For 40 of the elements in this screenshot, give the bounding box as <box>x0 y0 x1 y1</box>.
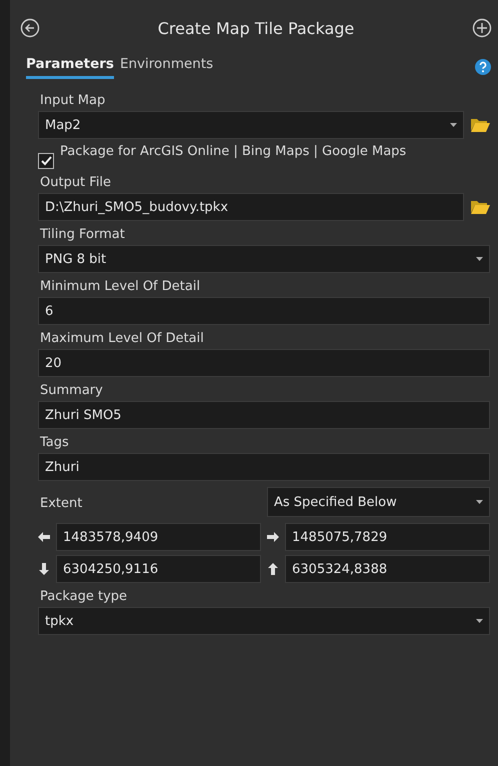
input-field[interactable]: 1485075,7829 <box>285 523 490 551</box>
dropdown-field[interactable]: PNG 8 bit <box>38 245 490 273</box>
folder-icon[interactable] <box>470 199 490 215</box>
up-arrow-icon <box>267 563 279 575</box>
dropdown-caret-icon <box>476 500 483 504</box>
dropdown-caret-icon <box>476 619 483 623</box>
checkbox-label: Package for ArcGIS Online | Bing Maps | Google Maps <box>60 143 406 161</box>
window-title: Create Map Tile Package <box>158 18 354 38</box>
parameter-label: Maximum Level Of Detail <box>40 331 205 346</box>
input-field[interactable]: 6305324,8388 <box>285 555 490 583</box>
parameter-label: Package type <box>40 589 128 604</box>
input-field[interactable]: 6304250,9116 <box>56 555 261 583</box>
parameter-label: Extent <box>40 496 84 511</box>
input-field[interactable]: Zhuri <box>38 453 490 481</box>
right-arrow-icon <box>267 531 279 543</box>
parameter-label: Tags <box>40 435 70 450</box>
add-icon[interactable] <box>472 18 492 38</box>
dropdown-caret-icon <box>450 123 457 127</box>
left-arrow-icon <box>38 531 50 543</box>
folder-icon[interactable] <box>470 117 490 133</box>
parameter-label: Input Map <box>40 93 106 108</box>
dropdown-field[interactable]: Map2 <box>38 111 464 139</box>
down-arrow-icon <box>38 563 50 575</box>
input-field[interactable]: 20 <box>38 349 490 377</box>
parameter-label: Output File <box>40 175 112 190</box>
help-icon[interactable] <box>474 58 492 76</box>
input-field[interactable]: D:\Zhuri_SMO5_budovy.tpkx <box>38 193 464 221</box>
checkbox[interactable] <box>38 153 54 169</box>
dropdown-field[interactable]: tpkx <box>38 607 490 635</box>
dropdown-field[interactable]: As Specified Below <box>267 487 490 517</box>
parameter-label: Minimum Level Of Detail <box>40 279 202 294</box>
parameter-label: Summary <box>40 383 104 398</box>
parameter-label: Tiling Format <box>40 227 126 242</box>
tab[interactable]: Parameters <box>26 54 114 79</box>
dropdown-caret-icon <box>476 257 483 261</box>
tab[interactable]: Environments <box>120 54 214 79</box>
input-field[interactable]: 6 <box>38 297 490 325</box>
input-field[interactable]: 1483578,9409 <box>56 523 261 551</box>
back-icon[interactable] <box>20 18 40 38</box>
input-field[interactable]: Zhuri SMO5 <box>38 401 490 429</box>
